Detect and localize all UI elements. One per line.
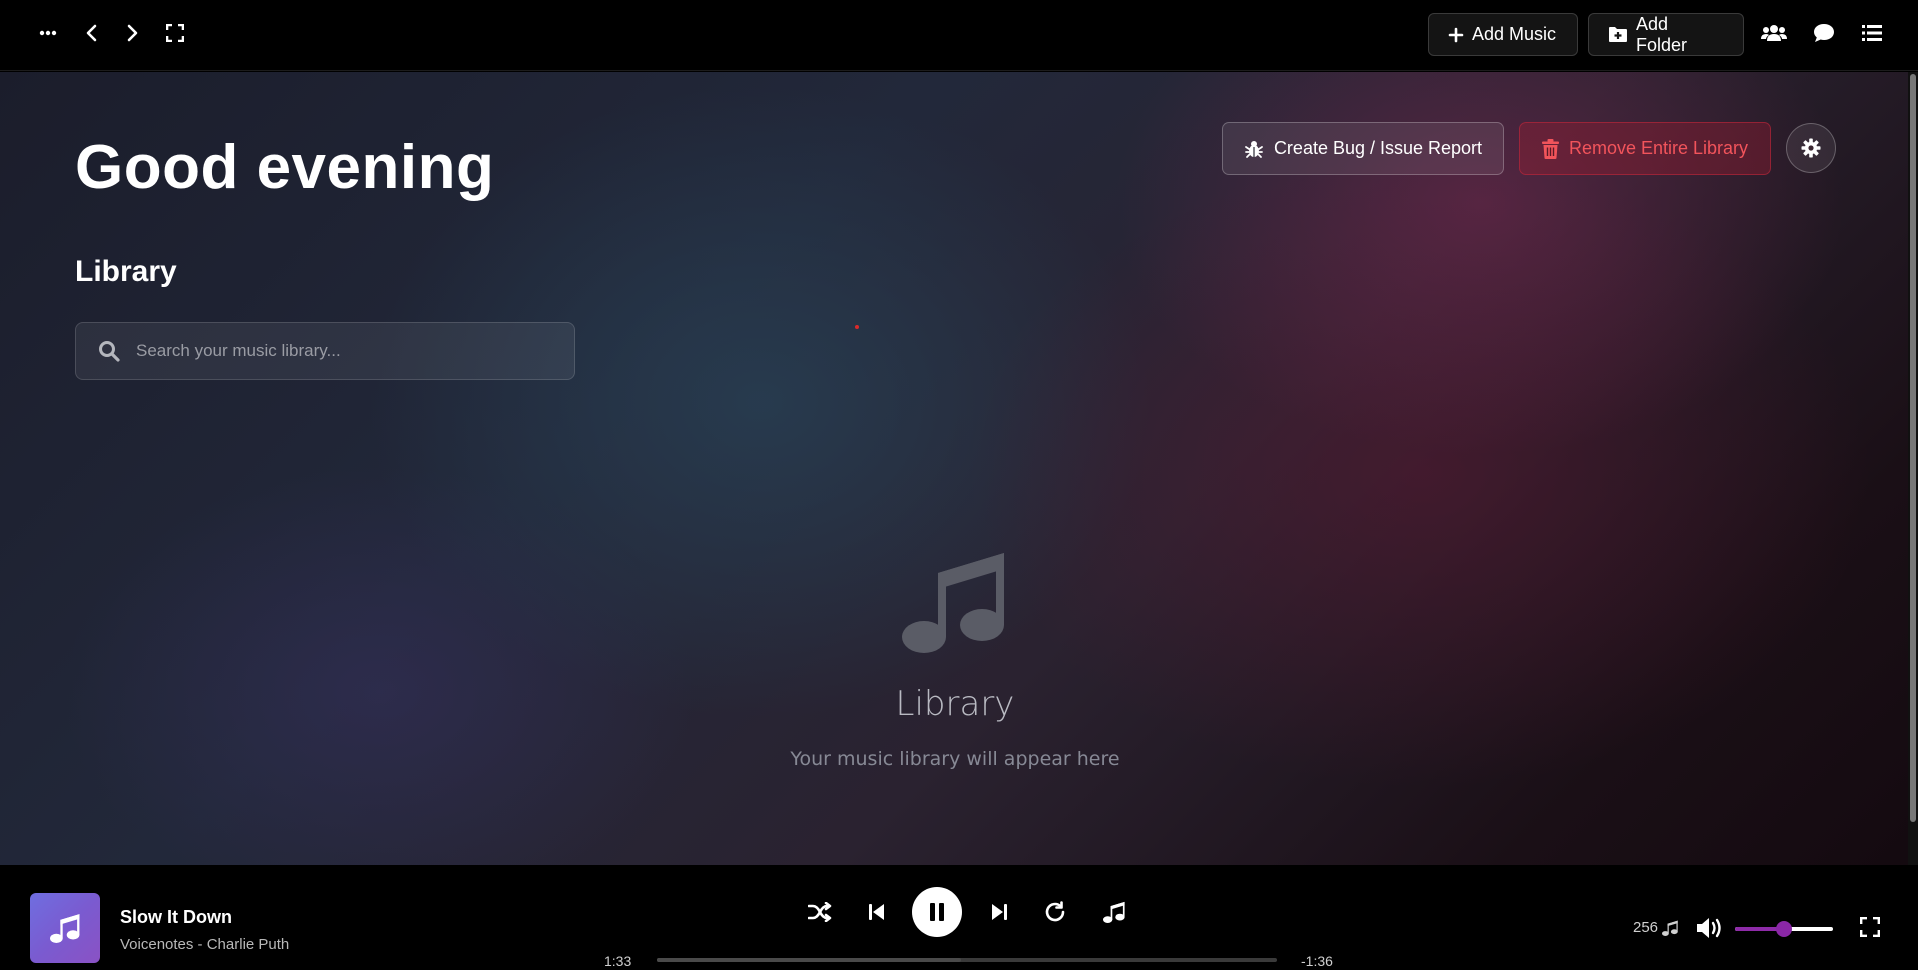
track-artist[interactable]: Voicenotes - Charlie Puth <box>120 936 289 953</box>
bitrate-value: 256 <box>1633 919 1659 936</box>
scrollbar[interactable] <box>1908 72 1918 865</box>
top-bar: Add Music Add Folder <box>0 0 1918 71</box>
chat-icon[interactable] <box>1810 19 1838 47</box>
settings-button[interactable] <box>1786 123 1836 173</box>
music-note-icon <box>902 553 1004 653</box>
music-note-icon <box>1662 920 1678 936</box>
list-icon[interactable] <box>1858 19 1886 47</box>
bug-report-button[interactable]: Create Bug / Issue Report <box>1222 122 1504 175</box>
remove-library-button[interactable]: Remove Entire Library <box>1519 122 1771 175</box>
search-icon <box>99 341 120 362</box>
fullscreen-icon[interactable] <box>161 19 189 47</box>
progress-bar[interactable] <box>657 958 1277 962</box>
time-remaining: -1:36 <box>1301 953 1333 969</box>
gear-icon <box>1801 138 1821 158</box>
fullscreen-icon[interactable] <box>1860 917 1880 937</box>
previous-icon[interactable] <box>863 898 891 926</box>
empty-state-subtitle: Your music library will appear here <box>790 748 1120 770</box>
empty-state-title: Library <box>895 684 1015 724</box>
scrollbar-thumb[interactable] <box>1910 74 1916 822</box>
bug-report-label: Create Bug / Issue Report <box>1273 138 1483 158</box>
shuffle-icon[interactable] <box>806 898 834 926</box>
trash-icon <box>1541 138 1559 159</box>
add-music-label: Add Music <box>1472 24 1557 44</box>
add-music-button[interactable]: Add Music <box>1428 13 1578 56</box>
bitrate-indicator: 256 <box>1633 919 1678 936</box>
next-icon[interactable] <box>985 898 1013 926</box>
album-art[interactable] <box>30 893 100 963</box>
search-box[interactable] <box>75 322 575 380</box>
add-folder-label: Add Folder <box>1635 13 1688 55</box>
more-icon[interactable] <box>34 19 62 47</box>
page-title: Good evening <box>75 133 495 202</box>
time-current: 1:33 <box>604 953 632 969</box>
progress-fill <box>657 958 961 962</box>
forward-icon[interactable] <box>119 19 147 47</box>
volume-icon[interactable] <box>1696 916 1724 940</box>
remove-library-label: Remove Entire Library <box>1568 138 1749 158</box>
player-bar: Slow It Down Voicenotes - Charlie Puth 1… <box>0 865 1918 970</box>
lyrics-music-icon[interactable] <box>1100 898 1128 926</box>
back-icon[interactable] <box>77 19 105 47</box>
volume-thumb[interactable] <box>1776 921 1792 937</box>
cursor-dot <box>855 325 859 329</box>
section-title: Library <box>75 255 177 288</box>
main-content: Good evening Library Create Bug / Issue … <box>0 72 1908 865</box>
repeat-icon[interactable] <box>1041 898 1069 926</box>
music-note-icon <box>50 914 80 943</box>
add-folder-button[interactable]: Add Folder <box>1588 13 1744 56</box>
users-icon[interactable] <box>1760 19 1788 47</box>
plus-icon <box>1448 27 1464 42</box>
track-title[interactable]: Slow It Down <box>120 907 232 928</box>
bug-icon <box>1245 140 1263 158</box>
folder-plus-icon <box>1608 27 1627 42</box>
pause-icon <box>930 903 944 921</box>
volume-slider[interactable] <box>1735 921 1833 937</box>
search-input[interactable] <box>136 323 556 379</box>
pause-button[interactable] <box>912 887 962 937</box>
